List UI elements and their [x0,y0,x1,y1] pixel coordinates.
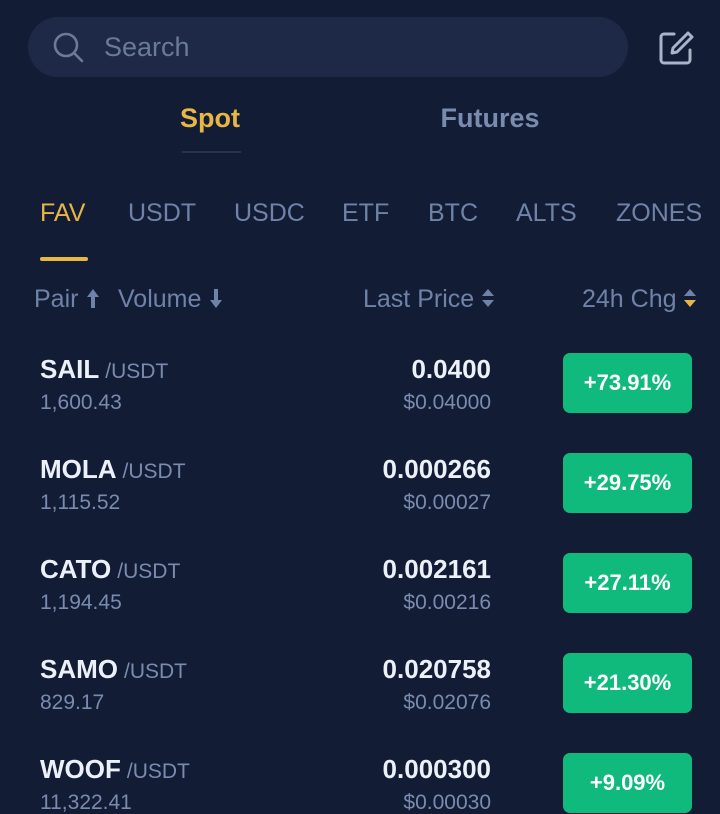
pair-name: SAIL/USDT [40,353,168,385]
volume-value: 1,194.45 [40,591,122,614]
column-header-pair[interactable]: Pair [34,283,101,315]
quote-tab-btc[interactable]: BTC [428,196,478,230]
last-price: 0.000300 [382,754,491,784]
market-row-woof[interactable]: WOOF/USDT 11,322.41 0.000300 $0.00030 +9… [0,753,720,814]
quote-asset: /USDT [124,660,187,683]
market-row-sail[interactable]: SAIL/USDT 1,600.43 0.0400 $0.04000 +73.9… [0,353,720,453]
arrow-up-icon [85,285,101,313]
fiat-price: $0.00027 [403,491,491,514]
column-header-24h-change[interactable]: 24h Chg [582,283,697,315]
arrow-down-icon [208,285,224,313]
sort-icon [683,285,697,313]
base-asset: CATO [40,554,112,584]
last-price: 0.000266 [382,454,491,484]
volume-value: 11,322.41 [40,791,132,814]
change-badge[interactable]: +21.30% [563,653,692,713]
column-header-volume-label: Volume [118,285,202,313]
markets-screen: Spot Futures FAV USDT USDC ETF BTC ALTS … [0,0,720,814]
base-asset: SAMO [40,654,118,684]
quote-tab-zones[interactable]: ZONES [616,196,702,230]
quote-tab-fav[interactable]: FAV [40,196,85,230]
pair-name: CATO/USDT [40,553,180,585]
market-row-mola[interactable]: MOLA/USDT 1,115.52 0.000266 $0.00027 +29… [0,453,720,553]
column-header-volume[interactable]: Volume [118,283,224,315]
quote-asset: /USDT [105,360,169,383]
quote-tab-alts[interactable]: ALTS [516,196,577,230]
search-bar[interactable] [28,17,628,77]
base-asset: SAIL [40,354,100,384]
base-asset: WOOF [40,754,121,784]
search-input[interactable] [104,17,604,77]
quote-asset: /USDT [117,560,181,583]
column-header-last-price-label: Last Price [363,285,475,313]
quote-tab-underline [40,257,88,261]
volume-value: 1,600.43 [40,391,122,414]
market-row-samo[interactable]: SAMO/USDT 829.17 0.020758 $0.02076 +21.3… [0,653,720,753]
quote-tab-etf[interactable]: ETF [342,196,389,230]
quote-asset: /USDT [126,760,190,783]
edit-icon[interactable] [656,28,696,68]
quote-tab-usdc[interactable]: USDC [234,196,305,230]
pair-name: MOLA/USDT [40,453,186,485]
last-price: 0.0400 [411,354,491,384]
search-icon [52,31,84,63]
change-badge[interactable]: +73.91% [563,353,692,413]
change-badge[interactable]: +27.11% [563,553,692,613]
volume-value: 1,115.52 [40,491,121,514]
fiat-price: $0.00030 [403,791,491,814]
pair-name: WOOF/USDT [40,753,190,785]
tab-spot-underline [182,151,241,153]
quote-tab-usdt[interactable]: USDT [128,196,196,230]
pair-name: SAMO/USDT [40,653,187,685]
column-header-24h-change-label: 24h Chg [582,285,677,313]
tab-spot[interactable]: Spot [170,100,250,140]
tab-futures[interactable]: Futures [420,100,560,140]
last-price: 0.020758 [382,654,491,684]
change-badge[interactable]: +29.75% [563,453,692,513]
volume-value: 829.17 [40,691,105,714]
sort-icon [481,285,495,313]
column-header-last-price[interactable]: Last Price [363,283,495,315]
column-header-pair-label: Pair [34,285,79,313]
fiat-price: $0.00216 [403,591,491,614]
change-badge[interactable]: +9.09% [563,753,692,813]
quote-asset: /USDT [122,460,186,483]
fiat-price: $0.04000 [403,391,491,414]
base-asset: MOLA [40,454,117,484]
last-price: 0.002161 [382,554,491,584]
market-row-cato[interactable]: CATO/USDT 1,194.45 0.002161 $0.00216 +27… [0,553,720,653]
fiat-price: $0.02076 [403,691,491,714]
